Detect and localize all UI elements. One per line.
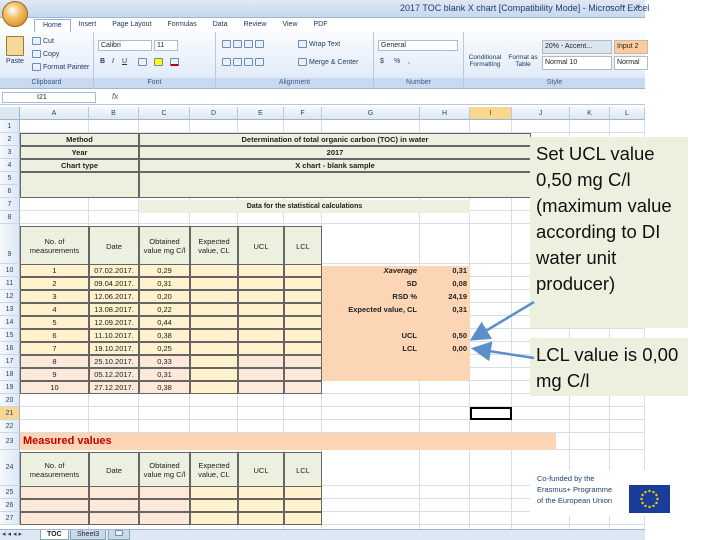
eu-star: [652, 490, 655, 494]
logo-line-3: of the European Union: [537, 496, 613, 505]
eu-star: [655, 493, 658, 497]
arrow-overlay: [469, 300, 535, 362]
eu-star: [652, 504, 655, 508]
office-button[interactable]: [2, 1, 28, 27]
logo-text: Co-funded by the Erasmus+ Programme of t…: [537, 473, 612, 506]
eu-star: [648, 505, 651, 509]
ucl-arrow: [469, 300, 535, 341]
eu-star: [644, 490, 647, 494]
eu-star: [641, 501, 644, 505]
logo-line-1: Co-funded by the: [537, 474, 595, 483]
eu-star: [656, 497, 659, 501]
eu-star: [648, 489, 651, 493]
eu-flag-icon: [629, 485, 670, 513]
lcl-arrow: [471, 341, 535, 362]
eu-star: [640, 497, 643, 501]
logo-line-2: Erasmus+ Programme: [537, 485, 613, 494]
eu-star: [641, 493, 644, 497]
erasmus-logo: Co-funded by the Erasmus+ Programme of t…: [530, 470, 675, 516]
eu-star: [644, 504, 647, 508]
eu-star: [655, 501, 658, 505]
